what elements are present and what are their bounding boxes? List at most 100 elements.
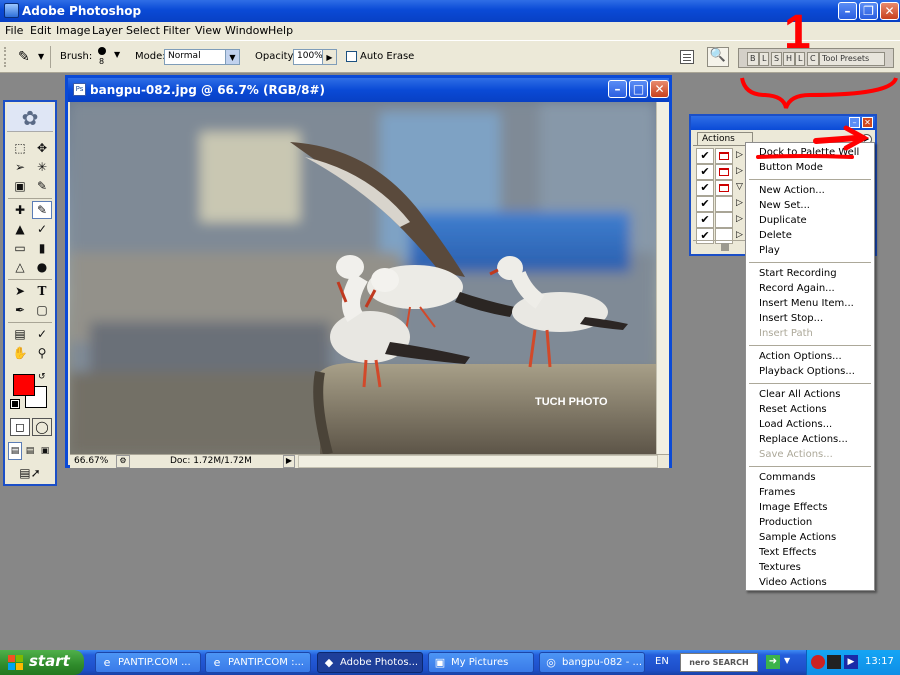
action-row[interactable]: ✔ ▽: [696, 180, 743, 196]
triangle-down-icon[interactable]: ▽: [736, 182, 743, 192]
full-screen-mode-icon[interactable]: ▣: [38, 442, 52, 460]
toggle-item-icon[interactable]: ✔: [696, 164, 714, 180]
magic-wand-tool-icon[interactable]: ✳: [32, 158, 52, 176]
feather-logo[interactable]: ✿: [7, 104, 53, 132]
menu-help[interactable]: Help: [268, 24, 293, 37]
menu-item[interactable]: Reset Actions: [759, 404, 827, 415]
toggle-dialog-icon[interactable]: [715, 180, 733, 196]
history-brush-tool-icon[interactable]: ✓: [32, 220, 52, 238]
well-tab-tool-presets[interactable]: Tool Presets: [819, 52, 885, 66]
status-arrow-icon[interactable]: ▶: [283, 455, 295, 468]
menu-item[interactable]: Insert Menu Item...: [759, 298, 854, 309]
go-arrow-icon[interactable]: ➜: [766, 655, 780, 669]
lasso-tool-icon[interactable]: ➢: [10, 158, 30, 176]
vertical-scrollbar[interactable]: [656, 102, 669, 454]
triangle-right-icon[interactable]: ▷: [736, 166, 743, 176]
taskbar-task[interactable]: ◎ bangpu-082 - ...: [539, 652, 645, 673]
menu-item[interactable]: Clear All Actions: [759, 389, 840, 400]
triangle-right-icon[interactable]: ▷: [736, 230, 743, 240]
move-tool-icon[interactable]: ✥: [32, 139, 52, 157]
menu-item[interactable]: Text Effects: [759, 547, 816, 558]
menu-image[interactable]: Image: [56, 24, 90, 37]
menu-item[interactable]: Start Recording: [759, 268, 837, 279]
toggle-item-icon[interactable]: ✔: [696, 180, 714, 196]
taskbar-task[interactable]: e PANTIP.COM :...: [205, 652, 311, 673]
menu-item[interactable]: Load Actions...: [759, 419, 832, 430]
menu-item[interactable]: Delete: [759, 230, 792, 241]
jump-to-imageready-icon[interactable]: ▤➚: [10, 464, 50, 482]
menu-item[interactable]: Replace Actions...: [759, 434, 848, 445]
quick-mask-mode-icon[interactable]: ◯: [32, 418, 52, 436]
chevron-down-icon[interactable]: ▼: [784, 656, 790, 665]
menu-item[interactable]: Action Options...: [759, 351, 842, 362]
minimize-icon[interactable]: –: [849, 117, 860, 128]
well-tab-channels[interactable]: C: [807, 52, 819, 66]
eyedropper-tool-icon[interactable]: ✓: [32, 325, 52, 343]
menu-item[interactable]: New Set...: [759, 200, 810, 211]
toggle-item-icon[interactable]: ✔: [696, 212, 714, 228]
menu-item[interactable]: Production: [759, 517, 812, 528]
zoom-tool-icon[interactable]: ⚲: [32, 344, 52, 362]
well-tab-layer-comps[interactable]: L: [759, 52, 770, 66]
menu-window[interactable]: Window: [225, 24, 268, 37]
taskbar-task[interactable]: ▣ My Pictures: [428, 652, 534, 673]
close-button[interactable]: ✕: [880, 2, 899, 20]
menu-item[interactable]: Duplicate: [759, 215, 807, 226]
menu-item[interactable]: Button Mode: [759, 162, 823, 173]
palette-options-icon[interactable]: [680, 50, 694, 64]
foreground-color-swatch[interactable]: [13, 374, 35, 396]
menu-item[interactable]: Textures: [759, 562, 801, 573]
options-bar-grip[interactable]: [4, 47, 7, 67]
standard-screen-mode-icon[interactable]: ▤: [8, 442, 22, 460]
standard-mode-icon[interactable]: ◻: [10, 418, 30, 436]
well-tab-history[interactable]: H: [783, 52, 796, 66]
menu-select[interactable]: Select: [126, 24, 160, 37]
action-row[interactable]: ✔ ▷: [696, 196, 743, 212]
menu-item[interactable]: Commands: [759, 472, 816, 483]
default-colors-icon[interactable]: [10, 399, 20, 409]
menu-item[interactable]: Play: [759, 245, 780, 256]
auto-erase-checkbox[interactable]: [346, 51, 357, 62]
app-titlebar[interactable]: Adobe Photoshop – ❐ ✕: [0, 0, 900, 22]
well-tab-styles[interactable]: S: [771, 52, 783, 66]
pencil-tool-icon[interactable]: ✎: [32, 201, 52, 219]
tray-security-icon[interactable]: [811, 655, 825, 669]
menu-item[interactable]: Record Again...: [759, 283, 835, 294]
action-row[interactable]: ✔ ▷: [696, 212, 743, 228]
dodge-tool-icon[interactable]: ●: [32, 258, 52, 276]
restore-button[interactable]: ❐: [859, 2, 878, 20]
menu-item[interactable]: Frames: [759, 487, 795, 498]
path-selection-tool-icon[interactable]: ➤: [10, 282, 30, 300]
opacity-input[interactable]: 100% ▶: [293, 49, 337, 65]
toggle-item-icon[interactable]: ✔: [696, 148, 714, 164]
gradient-tool-icon[interactable]: ▮: [32, 239, 52, 257]
menu-item[interactable]: Insert Stop...: [759, 313, 823, 324]
rectangle-tool-icon[interactable]: ▢: [32, 301, 52, 319]
stop-icon[interactable]: [721, 243, 729, 251]
triangle-right-icon[interactable]: ▷: [736, 150, 743, 160]
type-tool-icon[interactable]: T: [32, 282, 52, 300]
doc-minimize-button[interactable]: –: [608, 80, 627, 98]
marquee-tool-icon[interactable]: ⬚: [10, 139, 30, 157]
crop-tool-icon[interactable]: ▣: [10, 177, 30, 195]
hand-tool-icon[interactable]: ✋: [10, 344, 30, 362]
start-button[interactable]: start: [0, 650, 84, 675]
eraser-tool-icon[interactable]: ▭: [10, 239, 30, 257]
zoom-level[interactable]: 66.67%: [74, 456, 108, 466]
action-row[interactable]: ✔ ▷: [696, 148, 743, 164]
full-screen-menu-mode-icon[interactable]: ▤: [23, 442, 37, 460]
status-menu-icon[interactable]: ⚙: [116, 455, 130, 468]
toggle-item-icon[interactable]: ✔: [696, 196, 714, 212]
taskbar-task[interactable]: e PANTIP.COM ...: [95, 652, 201, 673]
nero-search-box[interactable]: nero SEARCH: [680, 653, 758, 672]
toggle-dialog-icon[interactable]: [715, 164, 733, 180]
menu-item[interactable]: Playback Options...: [759, 366, 855, 377]
file-browser-icon[interactable]: 🔍: [707, 47, 729, 67]
mode-select[interactable]: Normal ▼: [164, 49, 240, 65]
tray-media-icon[interactable]: [827, 655, 841, 669]
actions-palette-titlebar[interactable]: – ✕: [691, 116, 875, 130]
action-row[interactable]: ✔ ▷: [696, 164, 743, 180]
menu-filter[interactable]: Filter: [163, 24, 190, 37]
language-indicator[interactable]: EN: [655, 656, 669, 667]
horizontal-scrollbar[interactable]: [298, 455, 658, 468]
